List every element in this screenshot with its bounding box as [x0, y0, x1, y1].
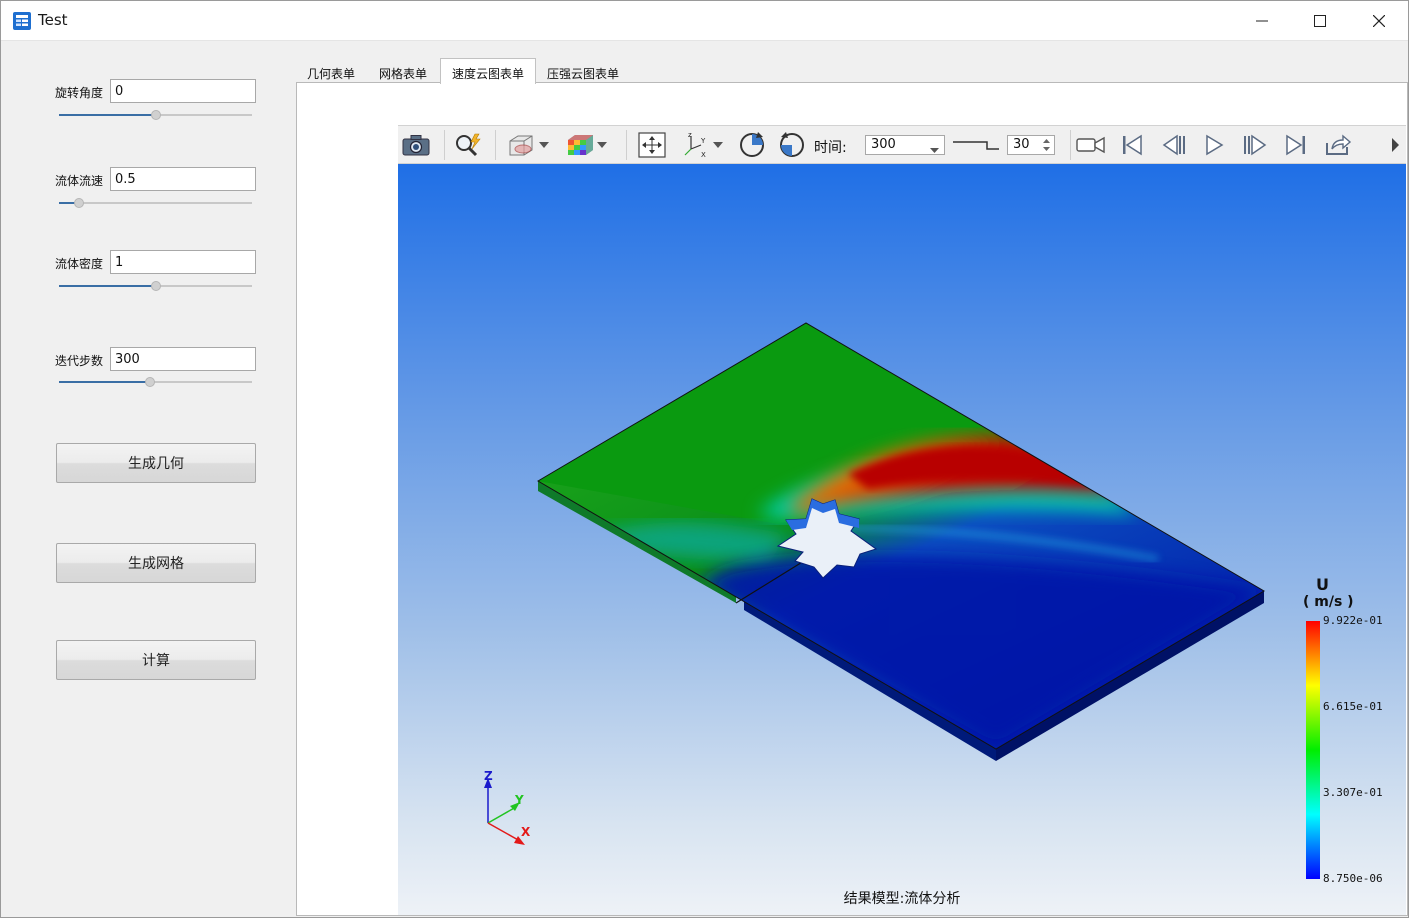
step-spinbox-value: 30 — [1013, 137, 1030, 152]
spin-arrows-icon[interactable] — [1043, 138, 1050, 156]
compute-button[interactable]: 计算 — [56, 640, 256, 680]
legend-tick: 9.922e-01 — [1323, 614, 1383, 627]
iterations-label: 迭代步数 — [55, 354, 104, 368]
rotation-slider[interactable] — [59, 109, 252, 121]
generate-mesh-button[interactable]: 生成网格 — [56, 543, 256, 583]
flow-speed-input[interactable] — [110, 167, 256, 191]
time-select-value: 300 — [871, 137, 896, 152]
rotate-cw-icon[interactable] — [736, 130, 768, 160]
time-label: 时间: — [814, 140, 847, 156]
toolbar-separator — [626, 130, 627, 160]
close-button[interactable] — [1350, 1, 1408, 41]
velocity-contour-render: Z Y X U ( m/s ) 9.922e-01 6.615e-01 3.30… — [484, 322, 1383, 885]
main-window: Test 旋转角度 流体流速 流体密度 — [0, 0, 1409, 918]
legend-colorbar — [1306, 621, 1320, 879]
x-axis-label: X — [521, 825, 531, 839]
color-legend: U ( m/s ) 9.922e-01 6.615e-01 3.307e-01 … — [1303, 575, 1383, 885]
minimize-button[interactable] — [1233, 1, 1291, 41]
record-icon[interactable] — [1075, 130, 1107, 160]
chevron-down-icon — [930, 142, 939, 157]
rotate-ccw-icon[interactable] — [776, 130, 808, 160]
slider-handle[interactable] — [151, 281, 161, 291]
tab-mesh[interactable]: 网格表单 — [368, 62, 438, 83]
legend-unit: ( m/s ) — [1303, 594, 1354, 610]
density-label: 流体密度 — [55, 257, 104, 271]
tab-geometry[interactable]: 几何表单 — [296, 62, 366, 83]
chevron-down-icon[interactable] — [536, 130, 552, 160]
tab-velocity-contour[interactable]: 速度云图表单 — [440, 58, 537, 84]
iterations-slider[interactable] — [59, 376, 252, 388]
chevron-down-icon[interactable] — [710, 130, 726, 160]
tab-pressure-contour[interactable]: 压强云图表单 — [536, 62, 630, 83]
slider-fill — [59, 285, 156, 287]
toolbar-overflow-icon[interactable] — [1386, 130, 1404, 160]
time-select[interactable]: 300 — [865, 135, 945, 155]
display-mode-icon[interactable] — [506, 130, 538, 160]
title-bar: Test — [1, 1, 1408, 41]
legend-tick: 3.307e-01 — [1323, 786, 1383, 799]
table-app-icon — [12, 11, 32, 31]
axes-triad: Z Y X — [484, 769, 531, 845]
axes-view-icon[interactable]: zYX — [680, 130, 712, 160]
y-axis-label: Y — [514, 793, 524, 807]
legend-tick: 8.750e-06 — [1323, 872, 1383, 885]
flow-speed-slider[interactable] — [59, 197, 252, 209]
flow-speed-label: 流体流速 — [55, 174, 104, 188]
rotation-input[interactable] — [110, 79, 256, 103]
density-input[interactable] — [110, 250, 256, 274]
result-viewer: zYX 时间: 300 30 Z Y X U (m/s) 9.922e-01… — [398, 125, 1406, 915]
toolbar-separator — [495, 130, 496, 160]
export-icon[interactable] — [1322, 130, 1354, 160]
result-model-caption: 结果模型:流体分析 — [843, 891, 961, 907]
window-title: Test — [38, 11, 68, 29]
first-frame-icon[interactable] — [1116, 130, 1148, 160]
step-size-icon — [952, 130, 1000, 160]
svg-text:X: X — [701, 151, 706, 159]
play-icon[interactable] — [1198, 130, 1230, 160]
fit-view-icon[interactable] — [636, 130, 668, 160]
legend-title: U — [1316, 575, 1329, 594]
plate-top-surface — [538, 323, 1264, 749]
3d-viewport[interactable]: Z Y X U ( m/s ) 9.922e-01 6.615e-01 3.30… — [398, 164, 1406, 915]
zoom-icon[interactable] — [452, 130, 484, 160]
iterations-input[interactable] — [110, 347, 256, 371]
generate-geometry-button[interactable]: 生成几何 — [56, 443, 256, 483]
camera-icon[interactable] — [400, 130, 432, 160]
last-frame-icon[interactable] — [1280, 130, 1312, 160]
step-spinbox[interactable]: 30 — [1007, 135, 1055, 155]
legend-tick: 6.615e-01 — [1323, 700, 1383, 713]
chevron-down-icon[interactable] — [594, 130, 610, 160]
prev-frame-icon[interactable] — [1158, 130, 1190, 160]
svg-text:z: z — [688, 131, 692, 139]
slider-handle[interactable] — [145, 377, 155, 387]
z-axis-label: Z — [484, 769, 493, 783]
slider-handle[interactable] — [74, 198, 84, 208]
rotation-label: 旋转角度 — [55, 86, 104, 100]
slider-fill — [59, 381, 150, 383]
slider-track — [59, 202, 252, 204]
density-slider[interactable] — [59, 280, 252, 292]
svg-text:Y: Y — [700, 137, 706, 145]
color-map-icon[interactable] — [564, 130, 596, 160]
toolbar-separator — [444, 130, 445, 160]
viewer-toolbar: zYX 时间: 300 30 — [398, 125, 1406, 164]
slider-fill — [59, 114, 156, 116]
next-frame-icon[interactable] — [1239, 130, 1271, 160]
maximize-button[interactable] — [1291, 1, 1349, 41]
toolbar-separator — [1070, 130, 1071, 160]
slider-handle[interactable] — [151, 110, 161, 120]
